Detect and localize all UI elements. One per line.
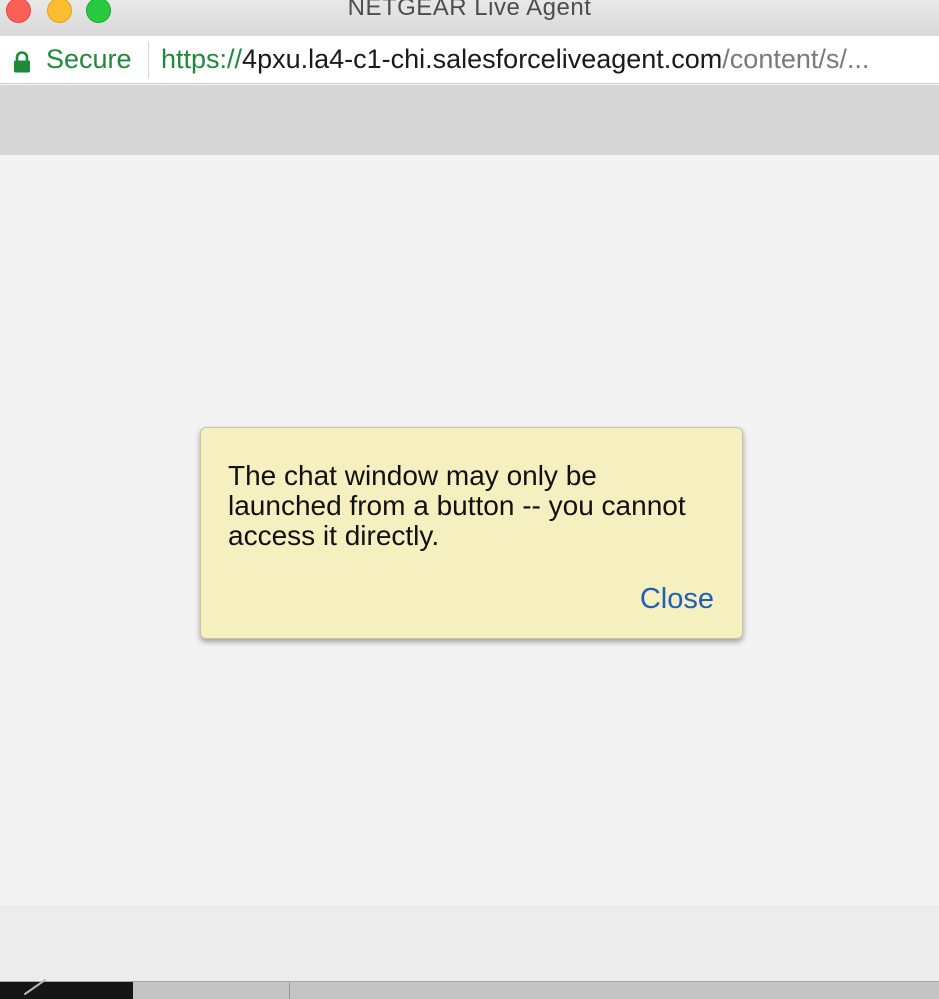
address-divider — [148, 42, 149, 78]
title-bar: NETGEAR Live Agent — [0, 0, 939, 36]
lock-icon — [14, 51, 30, 73]
error-dialog: The chat window may only be launched fro… — [200, 427, 743, 639]
browser-window: NETGEAR Live Agent Secure https://4pxu.l… — [0, 0, 939, 999]
dialog-message: The chat window may only be launched fro… — [228, 460, 686, 551]
url-scheme: https:// — [161, 44, 243, 74]
url-field[interactable]: https://4pxu.la4-c1-chi.salesforceliveag… — [161, 44, 936, 75]
page-footer-strip — [0, 905, 939, 981]
address-bar[interactable]: Secure https://4pxu.la4-c1-chi.salesforc… — [0, 36, 939, 84]
url-host: 4pxu.la4-c1-chi.salesforceliveagent.com — [242, 44, 723, 74]
url-path: /content/s/... — [722, 44, 870, 74]
window-title: NETGEAR Live Agent — [347, 0, 592, 21]
taskbar-divider — [289, 982, 290, 999]
page-header-strip — [0, 85, 939, 155]
secure-label[interactable]: Secure — [46, 44, 132, 75]
close-button[interactable]: Close — [640, 583, 714, 616]
thumbnail-mark — [23, 978, 47, 996]
window-thumbnail[interactable] — [0, 978, 133, 999]
bottom-taskbar — [0, 978, 939, 999]
